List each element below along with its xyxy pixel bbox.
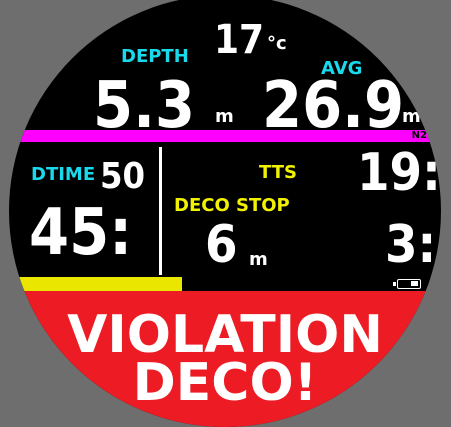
deco-stop-unit: m — [249, 249, 268, 270]
deco-stop-label: DECO STOP — [174, 195, 290, 216]
depth-unit: m — [215, 106, 234, 127]
dtime-main: 45: — [29, 196, 133, 270]
cns-bar — [9, 277, 441, 291]
avg-unit: m — [402, 106, 421, 127]
n2-label: N2 — [411, 130, 427, 141]
battery-icon — [393, 279, 421, 289]
n2-tissue-bar: N2 — [9, 130, 441, 142]
depth-value: 5.3 — [93, 69, 195, 143]
temperature-value: 17 — [214, 17, 265, 63]
dive-computer-display: 17 °c DEPTH 5.3 m AVG 26.9 m N2 DTIME 50… — [9, 0, 441, 427]
tts-label: TTS — [259, 162, 297, 183]
deco-stop-time: 3: — [385, 215, 437, 275]
depth-label: DEPTH — [121, 46, 189, 67]
dtime-value: 50 — [100, 156, 146, 197]
avg-value: 26.9 — [262, 69, 405, 143]
temperature-unit: °c — [267, 33, 287, 54]
warning-line2: DECO! — [132, 353, 318, 413]
dtime-label: DTIME — [31, 164, 96, 185]
cns-bar-fill — [9, 277, 182, 291]
violation-warning-panel: VIOLATION DECO! — [9, 291, 441, 427]
battery-level — [411, 281, 418, 286]
deco-stop-value: 6 — [205, 215, 238, 275]
tts-value: 19: — [357, 143, 441, 203]
vertical-divider — [159, 147, 162, 275]
